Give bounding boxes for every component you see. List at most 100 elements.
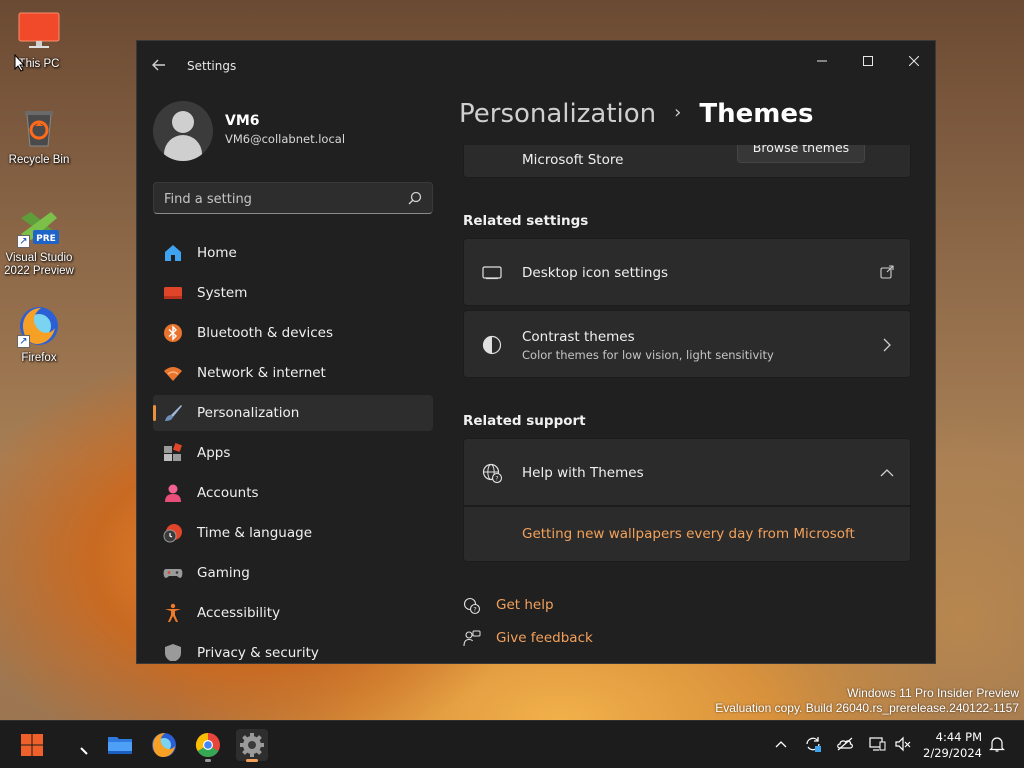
chevron-up-icon bbox=[775, 741, 787, 748]
sidebar-item-label: Privacy & security bbox=[197, 645, 319, 661]
card-subtitle: Color themes for low vision, light sensi… bbox=[522, 348, 774, 362]
desktop-icon-visual-studio[interactable]: PRE ↗ Visual Studio 2022 Preview bbox=[1, 204, 77, 278]
card-title: Microsoft Store bbox=[522, 152, 624, 168]
firefox-icon bbox=[152, 733, 176, 757]
avatar[interactable] bbox=[153, 101, 213, 161]
apps-icon bbox=[164, 443, 182, 461]
sidebar-item-label: Apps bbox=[197, 445, 231, 461]
arrow-left-icon bbox=[152, 59, 165, 71]
mouse-cursor-icon bbox=[14, 54, 26, 72]
taskbar-search-button[interactable] bbox=[66, 729, 98, 761]
card-title: Desktop icon settings bbox=[522, 265, 669, 281]
section-heading-related-settings: Related settings bbox=[463, 213, 589, 229]
running-indicator bbox=[205, 759, 211, 762]
sync-icon[interactable] bbox=[804, 735, 822, 753]
shield-icon bbox=[165, 644, 181, 661]
start-button[interactable] bbox=[16, 729, 48, 761]
desktop-icon-recycle-bin[interactable]: Recycle Bin bbox=[1, 106, 77, 167]
desktop-icon-label: This PC bbox=[18, 58, 60, 70]
watermark-edition: Windows 11 Pro Insider Preview bbox=[847, 686, 1019, 700]
sidebar-item-accessibility[interactable]: Accessibility bbox=[153, 595, 433, 631]
profile-name: VM6 bbox=[225, 113, 260, 129]
volume-muted-icon[interactable] bbox=[894, 735, 912, 753]
sidebar-item-label: Time & language bbox=[197, 525, 313, 541]
page-title: Themes bbox=[699, 99, 814, 129]
title-bar: Settings bbox=[137, 41, 935, 89]
svg-text:?: ? bbox=[495, 476, 498, 483]
watermark-build: Evaluation copy. Build 26040.rs_prerelea… bbox=[715, 701, 1019, 715]
shortcut-arrow-icon: ↗ bbox=[17, 335, 30, 348]
system-icon bbox=[164, 287, 182, 299]
clock-time: 4:44 PM bbox=[935, 730, 982, 744]
accessibility-icon bbox=[165, 603, 181, 622]
visual-studio-icon: PRE ↗ bbox=[17, 204, 61, 248]
taskbar: 4:44 PM 2/29/2024 bbox=[0, 720, 1024, 768]
taskbar-settings[interactable] bbox=[236, 729, 268, 762]
breadcrumb-separator: › bbox=[674, 102, 682, 123]
wallpapers-link[interactable]: Getting new wallpapers every day from Mi… bbox=[522, 526, 855, 542]
monitor-icon bbox=[17, 10, 61, 54]
profile-email: VM6@collabnet.local bbox=[225, 132, 346, 146]
sidebar-item-system[interactable]: System bbox=[153, 275, 433, 311]
sidebar-item-apps[interactable]: Apps bbox=[153, 435, 433, 471]
sidebar-item-bluetooth[interactable]: Bluetooth & devices bbox=[153, 315, 433, 351]
back-button[interactable] bbox=[149, 55, 169, 75]
sidebar-item-label: Bluetooth & devices bbox=[197, 325, 334, 341]
chevron-up-icon[interactable] bbox=[880, 468, 894, 478]
scroll-clip bbox=[457, 127, 917, 145]
show-hidden-icons-button[interactable] bbox=[772, 735, 790, 753]
svg-text:PRE: PRE bbox=[36, 234, 56, 244]
sidebar-nav: Home System Bluetooth & devices Network … bbox=[153, 235, 433, 663]
contrast-themes-card[interactable]: Contrast themes Color themes for low vis… bbox=[463, 310, 911, 378]
sidebar-item-gaming[interactable]: Gaming bbox=[153, 555, 433, 591]
get-help-label: Get help bbox=[496, 597, 554, 613]
notifications-button[interactable] bbox=[988, 735, 1006, 753]
minimize-button[interactable] bbox=[799, 47, 845, 77]
desktop-icon-label: Recycle Bin bbox=[8, 154, 70, 166]
close-icon bbox=[908, 55, 920, 67]
feedback-icon bbox=[463, 630, 481, 647]
time-language-icon bbox=[163, 524, 182, 543]
network-icon[interactable] bbox=[868, 735, 886, 753]
sidebar-item-accounts[interactable]: Accounts bbox=[153, 475, 433, 511]
window-title: Settings bbox=[187, 59, 237, 73]
sidebar-item-network[interactable]: Network & internet bbox=[153, 355, 433, 391]
breadcrumb-parent[interactable]: Personalization bbox=[459, 99, 656, 129]
close-button[interactable] bbox=[891, 47, 935, 77]
maximize-button[interactable] bbox=[845, 47, 891, 77]
section-heading-related-support: Related support bbox=[463, 413, 586, 429]
chevron-right-icon bbox=[883, 338, 891, 352]
clock-date: 2/29/2024 bbox=[923, 746, 982, 760]
desktop-icon-firefox[interactable]: ↗ Firefox bbox=[1, 304, 77, 365]
file-explorer-icon bbox=[108, 737, 132, 754]
desktop-icon-label: Firefox bbox=[21, 352, 57, 364]
sidebar-item-time-language[interactable]: Time & language bbox=[153, 515, 433, 551]
recycle-bin-icon bbox=[17, 106, 61, 150]
taskbar-firefox[interactable] bbox=[148, 729, 180, 761]
globe-help-icon: ? bbox=[482, 463, 502, 483]
sidebar-item-home[interactable]: Home bbox=[153, 235, 433, 271]
search-icon[interactable] bbox=[408, 191, 422, 205]
start-icon bbox=[21, 734, 43, 756]
settings-window: Settings VM6 VM6@collabnet.local Home bbox=[136, 40, 936, 664]
sidebar-item-privacy[interactable]: Privacy & security bbox=[153, 635, 433, 661]
desktop-icon-this-pc[interactable]: This PC bbox=[1, 10, 77, 71]
search-box[interactable] bbox=[153, 182, 433, 214]
taskbar-chrome[interactable] bbox=[192, 729, 224, 762]
active-indicator bbox=[246, 759, 258, 762]
sidebar-item-label: Gaming bbox=[197, 565, 250, 581]
give-feedback-label: Give feedback bbox=[496, 630, 593, 646]
home-icon bbox=[165, 245, 181, 261]
card-title: Contrast themes bbox=[522, 329, 635, 345]
desktop-icon-settings-card[interactable]: Desktop icon settings bbox=[463, 238, 911, 306]
taskbar-clock[interactable]: 4:44 PM 2/29/2024 bbox=[923, 729, 982, 761]
search-input[interactable] bbox=[164, 189, 394, 209]
help-with-themes-expander[interactable]: ? Help with Themes bbox=[463, 438, 911, 506]
taskbar-file-explorer[interactable] bbox=[104, 729, 136, 761]
bell-icon bbox=[989, 737, 1005, 752]
svg-text:?: ? bbox=[473, 606, 476, 614]
sidebar-item-personalization[interactable]: Personalization bbox=[153, 395, 433, 431]
onedrive-icon[interactable] bbox=[836, 735, 854, 753]
breadcrumb: Personalization › Themes bbox=[459, 99, 813, 129]
chrome-icon bbox=[195, 733, 220, 758]
